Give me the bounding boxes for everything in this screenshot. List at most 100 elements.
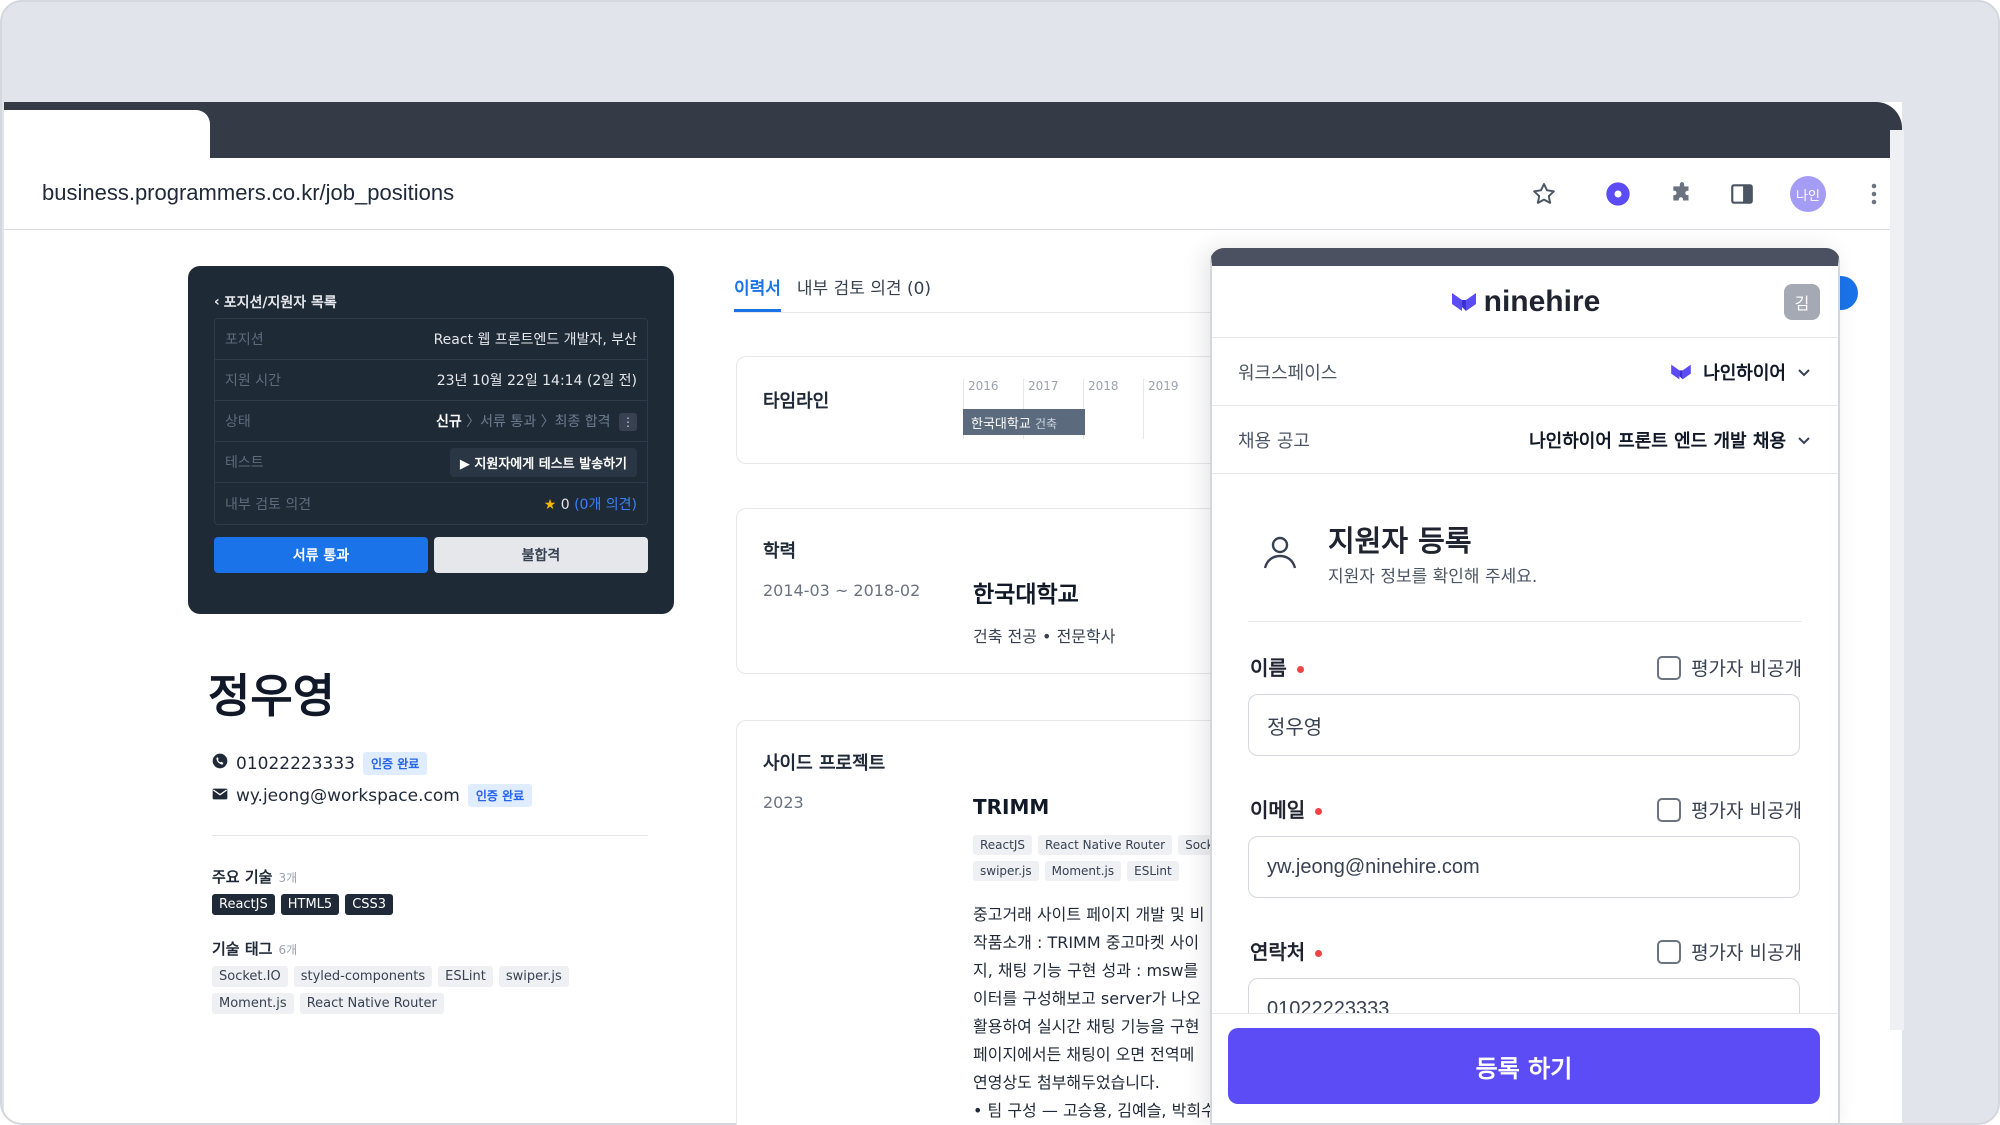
row-value: 23년 10월 22일 14:14 (2일 전) xyxy=(436,373,637,389)
summary-row-status: 상태 신규 〉서류 통과 〉최종 합격 ⋮ xyxy=(215,401,647,442)
review-count[interactable]: ★ 0 (0개 의견) xyxy=(544,494,637,514)
email-input[interactable] xyxy=(1248,836,1800,898)
skill-chip: ReactJS xyxy=(212,894,275,915)
status-stepper[interactable]: 신규 〉서류 통과 〉최종 합격 ⋮ xyxy=(436,411,637,431)
send-test-label: 지원자에게 테스트 발송하기 xyxy=(474,456,627,472)
project-year: 2023 xyxy=(763,793,804,812)
ninehire-logo: ninehire xyxy=(1450,284,1601,319)
url-text[interactable]: business.programmers.co.kr/job_positions xyxy=(42,180,454,206)
email-label: 이메일 xyxy=(1250,794,1323,823)
reject-button[interactable]: 불합격 xyxy=(434,537,648,573)
timeline-bar[interactable]: 한국대학교 건축 xyxy=(963,409,1085,435)
workspace-value: 나인하이어 xyxy=(1669,359,1812,385)
phone-icon xyxy=(212,753,228,774)
review-count-note: (0개 의견) xyxy=(574,496,637,513)
application-summary-card: ‹ 포지션/지원자 목록 포지션 React 웹 프론트엔드 개발자, 부산 지… xyxy=(188,266,674,614)
email-row: wy.jeong@workspace.com 인증 완료 xyxy=(212,784,533,807)
tech-chip: ESLint xyxy=(1127,861,1179,881)
email-address[interactable]: wy.jeong@workspace.com xyxy=(236,786,460,806)
phone-number[interactable]: 01022223333 xyxy=(236,754,355,774)
private-label: 평가자 비공개 xyxy=(1691,658,1802,680)
row-key: 테스트 xyxy=(225,455,264,471)
timeline-title: 타임라인 xyxy=(763,391,830,412)
extension-header: ninehire 김 xyxy=(1212,266,1838,338)
main-skills-list: ReactJS HTML5 CSS3 xyxy=(212,894,652,915)
tab-strip xyxy=(4,102,1902,158)
tech-chip: ReactJS xyxy=(973,835,1032,855)
brand-name: ninehire xyxy=(1483,284,1601,318)
education-period: 2014-03 ~ 2018-02 xyxy=(763,581,921,600)
education-card: 학력 2014-03 ~ 2018-02 한국대학교 건축 전공 • 전문학사 xyxy=(736,508,1236,674)
posting-label: 채용 공고 xyxy=(1238,430,1310,452)
candidate-name: 정우영 xyxy=(208,669,335,723)
timeline-bar-sub: 건축 xyxy=(1034,417,1058,431)
education-major: 건축 전공 • 전문학사 xyxy=(973,627,1116,646)
name-label: 이름 xyxy=(1250,652,1304,681)
timeline-year: 2019 xyxy=(1143,379,1179,439)
tab-resume[interactable]: 이력서 xyxy=(734,274,781,312)
tag-chip: styled-components xyxy=(293,966,433,987)
private-label: 평가자 비공개 xyxy=(1691,800,1802,822)
chevron-down-icon xyxy=(1798,436,1810,444)
project-name: TRIMM xyxy=(973,795,1050,819)
main-skills-count: 3개 xyxy=(278,871,298,885)
checkbox-icon[interactable] xyxy=(1657,797,1682,822)
phone-row: 01022223333 인증 완료 xyxy=(212,752,428,775)
mail-icon xyxy=(212,786,228,806)
extension-ninehire-icon[interactable] xyxy=(1600,176,1636,212)
tab-internal-review[interactable]: 내부 검토 의견 (0) xyxy=(797,274,931,312)
puzzle-icon[interactable] xyxy=(1664,176,1700,212)
status-more-icon[interactable]: ⋮ xyxy=(619,413,637,431)
tag-chip: Socket.IO xyxy=(212,966,288,987)
job-posting-selector[interactable]: 채용 공고 나인하이어 프론트 엔드 개발 채용 xyxy=(1212,406,1838,474)
summary-row-test: 테스트 ▶ 지원자에게 테스트 발송하기 xyxy=(215,442,647,483)
timeline-card: 타임라인 2016 2017 2018 2019 한국대학교 건축 xyxy=(736,356,1236,464)
page-scroll-gutter xyxy=(1890,130,1904,1030)
tabs-divider xyxy=(734,312,1214,313)
checkbox-icon[interactable] xyxy=(1657,939,1682,964)
summary-row-review: 내부 검토 의견 ★ 0 (0개 의견) xyxy=(215,483,647,524)
decision-buttons: 서류 통과 불합격 xyxy=(214,537,648,573)
private-label: 평가자 비공개 xyxy=(1691,942,1802,964)
education-school: 한국대학교 xyxy=(973,582,1079,608)
row-key: 내부 검토 의견 xyxy=(225,496,312,513)
desc-line: 연영상도 첨부해두었습니다. xyxy=(973,1073,1160,1092)
tag-chip: swiper.js xyxy=(498,966,569,987)
workspace-name: 나인하이어 xyxy=(1703,362,1786,384)
register-subtitle: 지원자 정보를 확인해 주세요. xyxy=(1328,567,1538,587)
project-title: 사이드 프로젝트 xyxy=(763,753,886,774)
active-tab[interactable] xyxy=(4,110,210,158)
name-field: 이름 평가자 비공개 xyxy=(1248,622,1802,764)
profile-label: 나인 xyxy=(1790,176,1826,212)
chevron-left-icon: ‹ xyxy=(214,294,220,310)
user-avatar[interactable]: 김 xyxy=(1784,284,1820,320)
tag-chip: React Native Router xyxy=(299,993,444,1014)
workspace-selector[interactable]: 워크스페이스 나인하이어 xyxy=(1212,338,1838,406)
main-skills-heading: 주요 기술 3개 xyxy=(212,866,297,887)
tags-label: 기술 태그 xyxy=(212,940,273,958)
back-link[interactable]: ‹ 포지션/지원자 목록 xyxy=(214,292,648,312)
pass-button[interactable]: 서류 통과 xyxy=(214,537,428,573)
name-input[interactable] xyxy=(1248,694,1800,756)
email-private-toggle[interactable]: 평가자 비공개 xyxy=(1657,796,1802,823)
project-card: 사이드 프로젝트 2023 TRIMM ReactJS React Native… xyxy=(736,720,1236,1125)
name-label-text: 이름 xyxy=(1250,656,1287,680)
main-skills-label: 주요 기술 xyxy=(212,868,273,886)
phone-verified-badge: 인증 완료 xyxy=(362,752,428,775)
status-current: 신규 xyxy=(435,414,462,430)
send-test-button[interactable]: ▶ 지원자에게 테스트 발송하기 xyxy=(449,447,637,477)
tech-chip: Moment.js xyxy=(1044,861,1122,881)
timeline-year: 2018 xyxy=(1083,379,1119,439)
profile-avatar[interactable]: 나인 xyxy=(1790,176,1826,212)
email-label-text: 이메일 xyxy=(1250,798,1306,822)
phone-private-toggle[interactable]: 평가자 비공개 xyxy=(1657,938,1802,965)
checkbox-icon[interactable] xyxy=(1657,655,1682,680)
required-dot xyxy=(1296,666,1304,673)
name-private-toggle[interactable]: 평가자 비공개 xyxy=(1657,654,1802,681)
register-button[interactable]: 등록 하기 xyxy=(1228,1028,1820,1104)
star-icon[interactable] xyxy=(1526,176,1562,212)
kebab-menu-icon[interactable] xyxy=(1856,176,1892,212)
status-next-steps: 〉서류 통과 〉최종 합격 xyxy=(466,414,611,430)
summary-row-position: 포지션 React 웹 프론트엔드 개발자, 부산 xyxy=(215,319,647,360)
side-panel-icon[interactable] xyxy=(1724,176,1760,212)
